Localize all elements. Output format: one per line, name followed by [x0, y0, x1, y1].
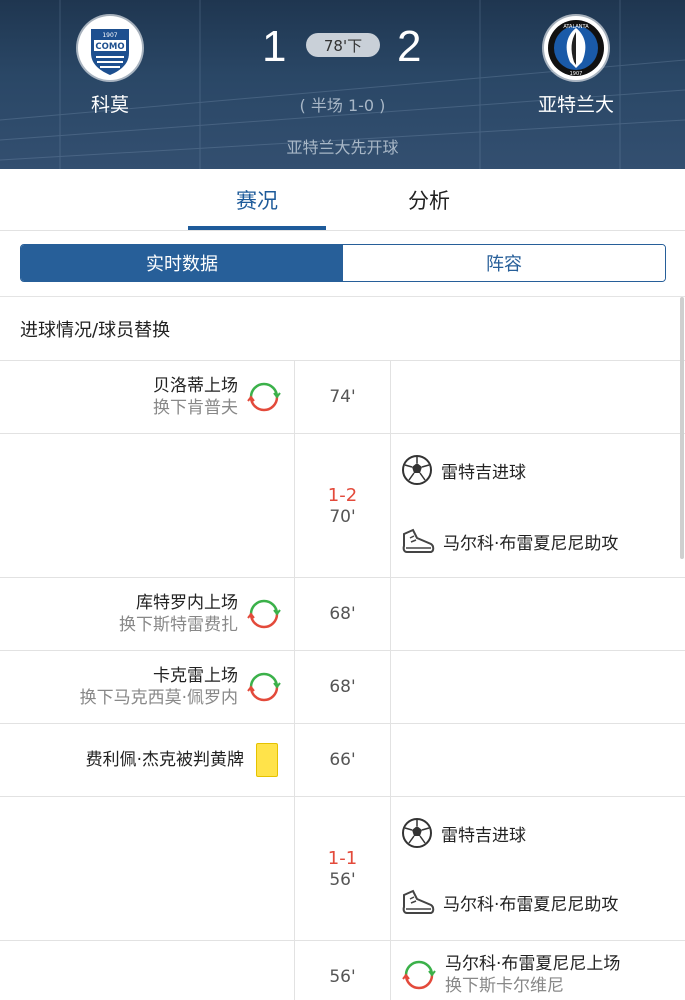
section-title: 进球情况/球员替换 [20, 320, 171, 341]
segment-live-data[interactable]: 实时数据 [21, 245, 343, 281]
halftime-score: ( 半场 1-0 ) [299, 96, 386, 115]
atalanta-logo: ATALANTA 1907 [544, 16, 608, 80]
goal-score: 1-2 [327, 484, 358, 506]
home-score: 1 [262, 22, 287, 71]
svg-text:1907: 1907 [570, 71, 583, 77]
svg-text:COMO: COMO [95, 42, 124, 52]
football-icon [401, 454, 433, 486]
kickoff-info: 亚特兰大先开球 [286, 138, 399, 157]
event-minute: 68' [329, 604, 356, 624]
goal-scorer: 雷特吉进球 [441, 462, 526, 483]
tab-live[interactable]: 赛况 [188, 169, 326, 231]
match-minute-badge: 78'下 [306, 33, 380, 57]
sub-out-player: 换下马克西莫·佩罗内 [79, 688, 238, 708]
assist-player: 马尔科·布雷夏尼尼助攻 [443, 533, 619, 554]
event-row[interactable]: 1-1 56' 雷特吉进球 马尔科·布雷夏尼尼助攻 [0, 796, 685, 940]
svg-text:ATALANTA: ATALANTA [563, 24, 589, 30]
como-logo: COMO 1907 [78, 16, 142, 80]
goal-score: 1-1 [327, 847, 358, 869]
event-minute: 56' [329, 869, 356, 890]
event-minute: 70' [329, 506, 356, 527]
main-tabs: 赛况 分析 [0, 169, 685, 231]
substitution-icon [246, 596, 282, 632]
event-minute: 68' [329, 677, 356, 697]
assist-boot-icon [401, 526, 435, 556]
away-score: 2 [397, 22, 422, 71]
event-minute: 56' [329, 967, 356, 987]
event-minute: 74' [329, 387, 356, 407]
event-row[interactable]: 1-2 70' 雷特吉进球 马尔科·布雷夏尼尼助攻 [0, 433, 685, 577]
scrollbar[interactable] [680, 297, 684, 559]
active-tab-indicator [188, 226, 326, 230]
event-row[interactable]: 库特罗内上场 换下斯特雷费扎 68' [0, 577, 685, 650]
event-row[interactable]: 贝洛蒂上场 换下肯普夫 74' [0, 360, 685, 433]
event-row[interactable]: 卡克雷上场 换下马克西莫·佩罗内 68' [0, 650, 685, 723]
sub-in-player: 贝洛蒂上场 [153, 376, 238, 396]
sub-in-player: 库特罗内上场 [136, 593, 238, 613]
goal-scorer: 雷特吉进球 [441, 825, 526, 846]
svg-text:1907: 1907 [102, 32, 117, 39]
sub-in-player: 马尔科·布雷夏尼尼上场 [445, 954, 621, 974]
yellow-card-icon [256, 743, 278, 777]
substitution-icon [246, 379, 282, 415]
data-segment-control: 实时数据 阵容 [20, 244, 666, 282]
event-row[interactable]: 费利佩·杰克被判黄牌 66' [0, 723, 685, 796]
sub-out-player: 换下肯普夫 [153, 398, 238, 418]
assist-boot-icon [401, 887, 435, 917]
substitution-icon [246, 669, 282, 705]
match-header: COMO 1907 科莫 1 78'下 2 ATALANTA 1907 亚特兰大… [0, 0, 685, 169]
divider [0, 296, 685, 297]
segment-lineup[interactable]: 阵容 [343, 245, 665, 281]
assist-player: 马尔科·布雷夏尼尼助攻 [443, 894, 619, 915]
football-icon [401, 817, 433, 849]
event-minute: 66' [329, 750, 356, 770]
sub-out-player: 换下斯特雷费扎 [119, 615, 238, 635]
card-player: 费利佩·杰克被判黄牌 [85, 750, 244, 770]
substitution-icon [401, 957, 437, 993]
sub-out-player: 换下斯卡尔维尼 [445, 976, 564, 996]
event-row[interactable]: 56' 马尔科·布雷夏尼尼上场 换下斯卡尔维尼 [0, 940, 685, 1000]
events-list: 贝洛蒂上场 换下肯普夫 74' 1-2 70' 雷特吉进球 马尔科·布雷夏尼尼助… [0, 360, 685, 1000]
tab-analysis[interactable]: 分析 [360, 169, 498, 231]
sub-in-player: 卡克雷上场 [153, 666, 238, 686]
